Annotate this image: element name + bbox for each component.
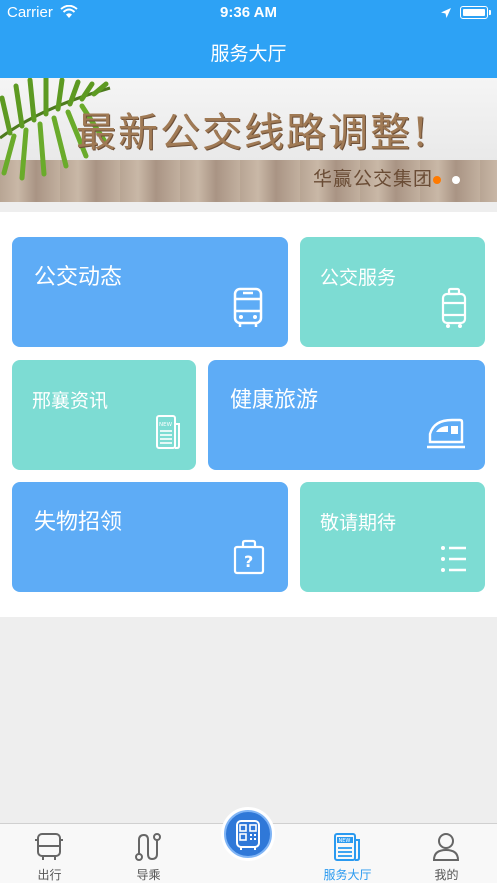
banner-subline: 华赢公交集团 (313, 168, 434, 190)
tab-label: 服务大厅 (323, 868, 372, 882)
status-time: 9:36 AM (220, 4, 277, 21)
list-icon (441, 546, 466, 572)
tab-profile[interactable]: 我的 (397, 824, 496, 883)
tile-label: 公交服务 (320, 267, 397, 289)
tile-label: 敬请期待 (320, 512, 397, 534)
status-bar: Carrier 9:36 AM (0, 0, 497, 26)
news-icon: NEW (156, 415, 180, 449)
banner-carousel[interactable]: 最新公交线路调整! 华赢公交集团 (0, 78, 497, 202)
tab-label: 出行 (37, 868, 62, 882)
tab-travel[interactable]: 出行 (0, 824, 99, 883)
location-arrow-icon (440, 6, 452, 23)
tile-label: 公交动态 (34, 265, 123, 290)
svg-text:NEW: NEW (339, 838, 351, 844)
tab-guide[interactable]: 导乘 (99, 824, 198, 883)
tile-xingxiang-news[interactable]: 邢襄资讯 NEW (12, 360, 196, 470)
svg-text:?: ? (244, 552, 253, 571)
banner-headline: 最新公交线路调整! (76, 110, 431, 156)
person-icon (432, 833, 460, 861)
tab-label: 导乘 (136, 868, 161, 882)
carousel-dot[interactable] (452, 176, 460, 184)
bus-icon (35, 833, 63, 860)
battery-icon (460, 6, 491, 19)
tile-label: 邢襄资讯 (32, 390, 109, 412)
route-icon (135, 833, 161, 861)
scan-qr-button[interactable] (221, 807, 275, 861)
tab-label: 我的 (434, 868, 459, 882)
tile-coming-soon[interactable]: 敬请期待 (300, 482, 485, 592)
navigation-bar: 服务大厅 (0, 26, 497, 78)
tile-label: 失物招领 (34, 510, 123, 535)
lost-bag-icon: ? (233, 539, 265, 575)
tile-lost-and-found[interactable]: 失物招领 ? (12, 482, 288, 592)
luggage-icon (441, 287, 467, 328)
page-title: 服务大厅 (210, 43, 287, 65)
tab-service-hall[interactable]: NEW 服务大厅 (298, 824, 397, 883)
tile-health-tourism[interactable]: 健康旅游 (208, 360, 485, 470)
service-grid: 公交动态 公交服务 邢襄资讯 NEW 健康旅游 失物招领 ? 敬请期待 (0, 212, 497, 617)
carousel-dot-active[interactable] (433, 176, 441, 184)
svg-text:NEW: NEW (159, 422, 173, 428)
news-icon: NEW (334, 833, 360, 861)
qr-bus-icon (224, 810, 272, 858)
train-icon (427, 418, 465, 449)
tile-bus-dynamics[interactable]: 公交动态 (12, 237, 288, 347)
bus-icon (233, 287, 263, 327)
tile-bus-service[interactable]: 公交服务 (300, 237, 485, 347)
tile-label: 健康旅游 (230, 388, 319, 413)
